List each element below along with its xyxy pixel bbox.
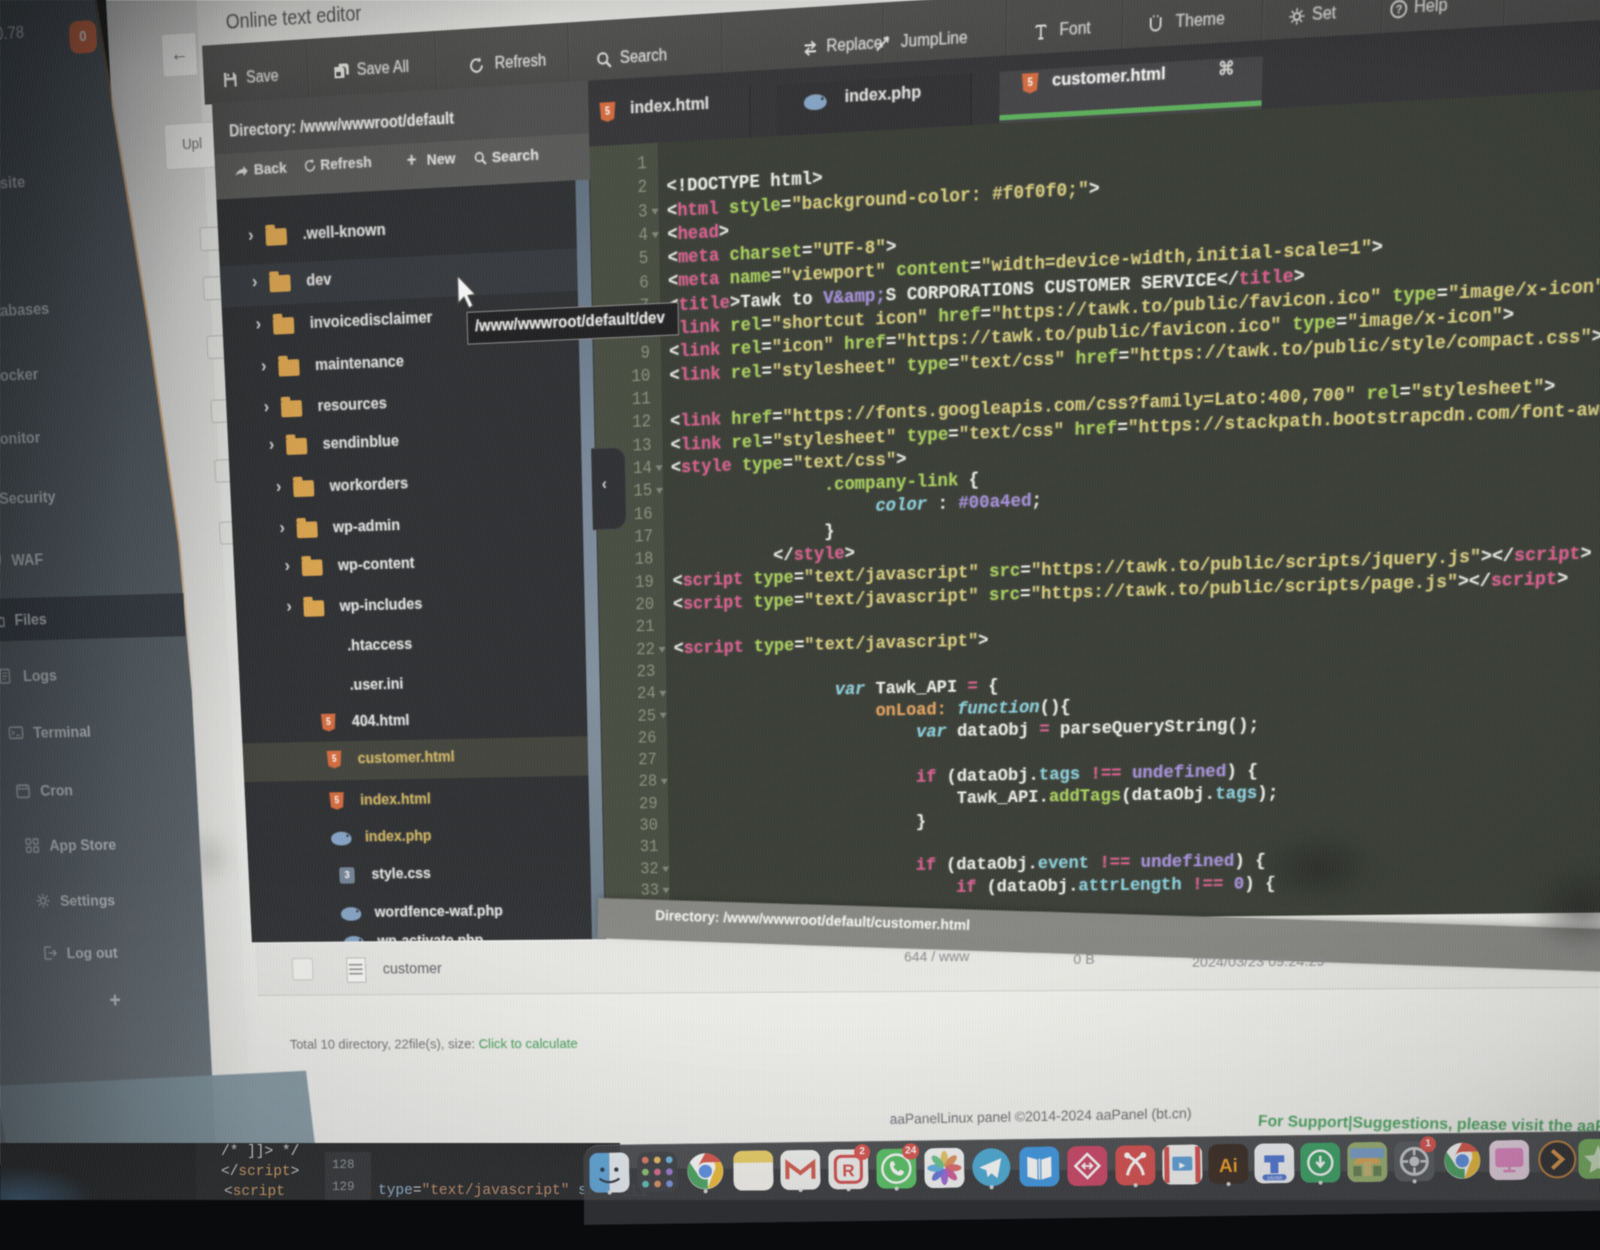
svg-text:182458: 182458 [1267,1175,1283,1180]
svg-text:R: R [842,1161,855,1180]
svg-text:?: ? [1395,4,1402,17]
svg-text:Ai: Ai [1219,1156,1238,1177]
svg-text:▶: ▶ [1179,1161,1186,1170]
